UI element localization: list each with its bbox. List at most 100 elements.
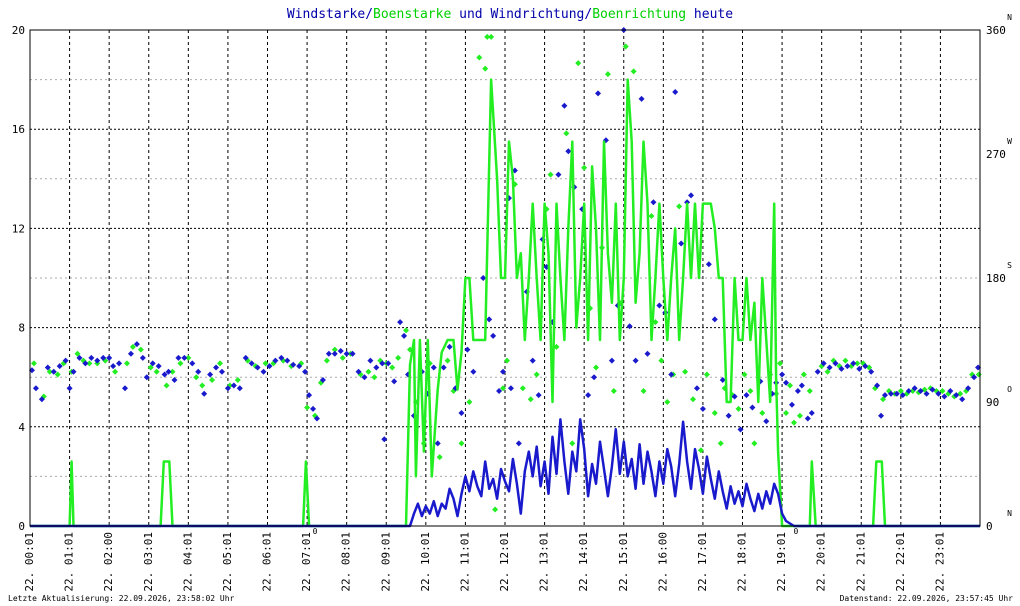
- title-part-1: /: [365, 7, 373, 22]
- y-left-tick-4: 4: [18, 421, 25, 434]
- gust_direction-point-103: [751, 440, 758, 447]
- title-part-7: heute: [686, 7, 733, 22]
- wind_direction-point-20: [139, 354, 146, 361]
- gust_direction-point-14: [137, 346, 144, 353]
- gust_direction-point-108: [783, 410, 790, 417]
- wind_direction-point-61: [373, 364, 380, 371]
- title-part-4: Windrichtung: [490, 7, 584, 22]
- wind_direction-point-41: [260, 368, 267, 375]
- wind_direction-point-95: [555, 171, 562, 178]
- x-tick-5: 22. 05:01: [221, 532, 234, 592]
- x-tick-0: 22. 00:01: [23, 532, 36, 592]
- x-tick-23: 22. 23:01: [933, 532, 946, 592]
- title-part-6: Boenrichtung: [592, 7, 686, 22]
- wind_direction-point-116: [678, 240, 685, 247]
- wind_direction-point-118: [688, 192, 695, 199]
- wind_direction-point-115: [672, 89, 679, 95]
- gust_direction-point-81: [610, 387, 617, 394]
- chart-window: Windstarke/Boenstarke und Windrichtung/B…: [0, 0, 1020, 606]
- x-tick-12: 22. 12:01: [498, 532, 511, 592]
- y-right-tick-270: 270: [986, 148, 1006, 161]
- x-tick-10: 22. 10:01: [419, 532, 432, 592]
- wind_direction-point-137: [798, 382, 805, 389]
- wind_direction-point-16: [116, 360, 123, 367]
- y-left-tick-0: 0: [18, 520, 25, 533]
- gust_direction-point-102: [747, 387, 754, 394]
- zero-marker-1: 0: [794, 527, 799, 536]
- gust_direction-point-21: [193, 374, 200, 381]
- gust_direction-point-113: [806, 387, 813, 394]
- gust_direction-point-11: [112, 368, 119, 375]
- wind_direction-point-81: [486, 316, 493, 323]
- wind_direction-point-102: [595, 90, 602, 97]
- gust_direction-point-76: [581, 164, 588, 171]
- wind_direction-point-27: [175, 354, 182, 361]
- wind_direction-point-86: [507, 385, 514, 392]
- chart-title: Windstarke/Boenstarke und Windrichtung/B…: [287, 7, 733, 22]
- wind_direction-point-33: [213, 364, 220, 371]
- x-tick-8: 22. 08:01: [340, 532, 353, 592]
- wind_direction-point-28: [181, 354, 188, 361]
- wind_direction-point-11: [88, 354, 95, 361]
- wind_direction-point-32: [207, 371, 214, 378]
- gust_direction-point-80: [604, 71, 611, 78]
- gust_direction-point-92: [682, 368, 689, 375]
- wind_direction-point-63: [381, 436, 388, 443]
- gust_direction-point-89: [664, 399, 671, 405]
- wind_direction-point-78: [464, 346, 471, 353]
- wind_direction-point-121: [705, 261, 712, 268]
- x-tick-2: 22. 02:00: [102, 532, 115, 592]
- gust_direction-point-78: [593, 364, 600, 371]
- x-tick-4: 22. 04:01: [181, 532, 194, 592]
- wind_direction-point-88: [515, 440, 522, 447]
- wind_direction-point-34: [218, 368, 225, 375]
- y-left-tick-8: 8: [18, 322, 25, 335]
- wind_direction-point-124: [725, 412, 732, 419]
- gust_direction-point-67: [527, 396, 534, 403]
- gust_direction-point-85: [640, 387, 647, 394]
- x-tick-18: 22. 18:01: [736, 532, 749, 592]
- wind_direction-point-112: [656, 302, 663, 309]
- x-tick-17: 22. 17:01: [696, 532, 709, 592]
- wind_direction-point-119: [693, 385, 700, 392]
- gust_direction-point-71: [547, 171, 554, 178]
- gust_direction-point-118: [842, 357, 849, 364]
- gust_direction-point-54: [444, 357, 451, 364]
- wind_direction-point-1: [32, 385, 39, 392]
- direction-label-0: N: [1007, 509, 1012, 518]
- gust_direction-point-59: [482, 65, 489, 72]
- gust_direction-point-16: [153, 368, 160, 375]
- wind-chart: Windstarke/Boenstarke und Windrichtung/B…: [8, 7, 1013, 603]
- wind_direction-point-36: [230, 382, 237, 389]
- wind_direction-point-30: [195, 368, 202, 375]
- wind_direction-point-165: [959, 396, 966, 403]
- wind_direction-point-130: [763, 418, 770, 425]
- wind_direction-point-97: [565, 148, 572, 155]
- direction-label-360: N: [1007, 13, 1012, 22]
- wind_direction-point-101: [591, 374, 598, 381]
- gust_direction-point-19: [177, 360, 184, 367]
- gust_direction-point-56: [458, 440, 465, 447]
- direction-label-270: W: [1007, 137, 1012, 146]
- gust_direction-point-12: [123, 360, 130, 367]
- wind_direction-point-96: [561, 102, 568, 109]
- title-part-3: und: [451, 7, 490, 22]
- wind_direction-point-122: [711, 316, 718, 323]
- gust_direction-point-96: [711, 410, 718, 417]
- gust_direction-point-23: [209, 376, 216, 383]
- gust_direction-point-111: [796, 412, 803, 419]
- x-tick-16: 22. 16:00: [656, 532, 669, 592]
- x-tick-11: 22. 11:01: [458, 532, 471, 592]
- gust_direction-point-39: [339, 354, 346, 361]
- gust_direction-point-26: [234, 376, 241, 383]
- wind_direction-point-108: [632, 357, 639, 364]
- wind_direction-point-65: [391, 378, 398, 385]
- gust_direction-point-73: [563, 130, 570, 137]
- wind_direction-point-15: [110, 363, 117, 370]
- gust_direction-point-46: [389, 364, 396, 371]
- gust_direction-point-97: [717, 440, 724, 447]
- title-part-0: Windstarke: [287, 7, 365, 22]
- wind_direction-point-133: [779, 371, 786, 378]
- gust_direction-point-43: [371, 374, 378, 381]
- x-tick-6: 22. 06:01: [261, 532, 274, 592]
